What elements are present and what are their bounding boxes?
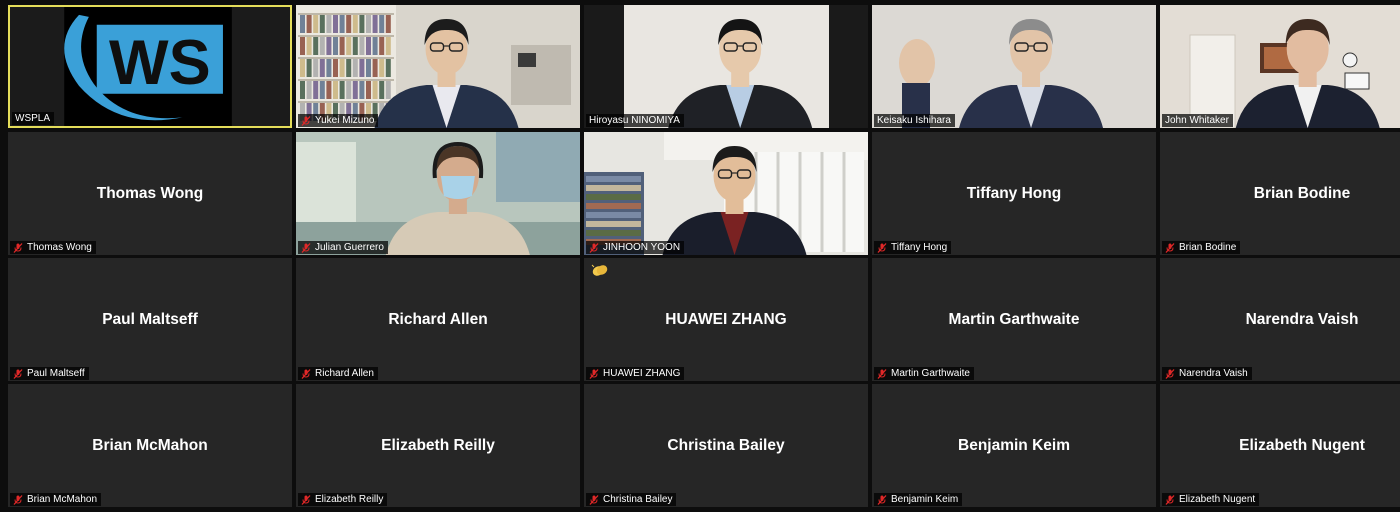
participant-name: Tiffany Hong — [891, 242, 948, 253]
participant-tile[interactable]: JINHOON YOON — [584, 132, 868, 255]
participant-display-name: Elizabeth Nugent — [1239, 436, 1365, 454]
participant-name: Elizabeth Nugent — [1179, 494, 1256, 505]
participant-name-label: Julian Guerrero — [298, 241, 388, 254]
participant-name-label: WSPLA — [12, 112, 55, 125]
mic-muted-icon — [301, 115, 311, 126]
participant-tile[interactable]: Brian Bodine Brian Bodine — [1160, 132, 1400, 255]
participant-tile[interactable]: Elizabeth Reilly Elizabeth Reilly — [296, 384, 580, 507]
participant-display-name: Thomas Wong — [96, 184, 204, 202]
participant-display-name: Brian McMahon — [92, 436, 208, 454]
participant-name: Elizabeth Reilly — [315, 494, 384, 505]
participant-tile[interactable]: Elizabeth Nugent Elizabeth Nugent — [1160, 384, 1400, 507]
mic-muted-icon — [877, 368, 887, 379]
mic-muted-icon — [589, 242, 599, 253]
gallery-view: WS WSPLA Yukei Mizuno Hiroyasu NINOMIYA Keis… — [0, 0, 1400, 512]
participant-tile[interactable]: Benjamin Keim Benjamin Keim — [872, 384, 1156, 507]
participant-name-label: Narendra Vaish — [1162, 367, 1252, 380]
ws-logo: WS — [64, 7, 232, 126]
participant-name: Hiroyasu NINOMIYA — [589, 115, 680, 126]
participant-display-name: Narendra Vaish — [1245, 310, 1359, 328]
participant-tile[interactable]: Christina Bailey Christina Bailey — [584, 384, 868, 507]
participant-tile[interactable]: Brian McMahon Brian McMahon — [8, 384, 292, 507]
participant-name: Benjamin Keim — [891, 494, 959, 505]
participant-name: Yukei Mizuno — [315, 115, 375, 126]
participant-tile[interactable]: Richard Allen Richard Allen — [296, 258, 580, 381]
participant-display-name: Paul Maltseff — [102, 310, 198, 328]
participant-tile[interactable]: Thomas Wong Thomas Wong — [8, 132, 292, 255]
mic-muted-icon — [13, 494, 23, 505]
participant-name: John Whitaker — [1165, 115, 1229, 126]
participant-name-label: Tiffany Hong — [874, 241, 952, 254]
mic-muted-icon — [13, 242, 23, 253]
participant-tile[interactable]: Paul Maltseff Paul Maltseff — [8, 258, 292, 381]
participant-name-label: Thomas Wong — [10, 241, 96, 254]
mic-muted-icon — [301, 242, 311, 253]
participant-tile[interactable]: Narendra Vaish Narendra Vaish — [1160, 258, 1400, 381]
participant-name: Thomas Wong — [27, 242, 92, 253]
participant-name-label: Elizabeth Nugent — [1162, 493, 1260, 506]
participant-name-label: Paul Maltseff — [10, 367, 89, 380]
participant-video — [296, 5, 580, 128]
mic-muted-icon — [589, 368, 599, 379]
participant-display-name: Brian Bodine — [1253, 184, 1351, 202]
participant-name: Brian Bodine — [1179, 242, 1237, 253]
participant-display-name: Elizabeth Reilly — [381, 436, 495, 454]
participant-video — [296, 132, 580, 255]
participant-tile[interactable]: Martin Garthwaite Martin Garthwaite — [872, 258, 1156, 381]
participant-name: HUAWEI ZHANG — [603, 368, 681, 379]
participant-tile[interactable]: Hiroyasu NINOMIYA — [584, 5, 868, 128]
participant-name: Paul Maltseff — [27, 368, 85, 379]
participant-name-label: Martin Garthwaite — [874, 367, 974, 380]
participant-name-label: Elizabeth Reilly — [298, 493, 388, 506]
mic-muted-icon — [589, 494, 599, 505]
mic-muted-icon — [1165, 368, 1175, 379]
participant-name: JINHOON YOON — [603, 242, 681, 253]
participant-display-name: Richard Allen — [388, 310, 488, 328]
participant-tile[interactable]: Tiffany Hong Tiffany Hong — [872, 132, 1156, 255]
participant-tile[interactable]: Yukei Mizuno — [296, 5, 580, 128]
mic-muted-icon — [1165, 494, 1175, 505]
ws-logo-text: WS — [109, 28, 211, 98]
mic-muted-icon — [1165, 242, 1175, 253]
mic-muted-icon — [301, 368, 311, 379]
participant-name-label: Brian McMahon — [10, 493, 102, 506]
participant-video — [584, 132, 868, 255]
participant-tile[interactable]: Keisaku Ishihara — [872, 5, 1156, 128]
participant-name: Julian Guerrero — [315, 242, 384, 253]
participant-name-label: HUAWEI ZHANG — [586, 367, 685, 380]
participant-video — [1160, 5, 1400, 128]
participant-name-label: JINHOON YOON — [586, 241, 685, 254]
mic-muted-icon — [301, 494, 311, 505]
participant-name-label: Yukei Mizuno — [298, 114, 379, 127]
participant-name-label: Keisaku Ishihara — [874, 114, 955, 127]
participant-name-label: Brian Bodine — [1162, 241, 1241, 254]
participant-name: Christina Bailey — [603, 494, 673, 505]
mic-muted-icon — [877, 242, 887, 253]
participant-name-label: Richard Allen — [298, 367, 378, 380]
clapping-hands-icon — [591, 264, 608, 276]
participant-video — [872, 5, 1156, 128]
participant-display-name: Tiffany Hong — [966, 184, 1062, 202]
participant-video — [584, 5, 868, 128]
participant-name: WSPLA — [15, 113, 51, 124]
mic-muted-icon — [13, 368, 23, 379]
participant-name-label: John Whitaker — [1162, 114, 1233, 127]
participant-tile[interactable]: John Whitaker — [1160, 5, 1400, 128]
participant-name-label: Benjamin Keim — [874, 493, 963, 506]
participant-display-name: HUAWEI ZHANG — [665, 310, 787, 328]
participant-display-name: Benjamin Keim — [958, 436, 1070, 454]
participant-name-label: Hiroyasu NINOMIYA — [586, 114, 684, 127]
participant-tile[interactable]: WS WSPLA — [8, 5, 292, 128]
participant-name: Martin Garthwaite — [891, 368, 970, 379]
participant-name: Brian McMahon — [27, 494, 98, 505]
participant-tile[interactable]: HUAWEI ZHANG HUAWEI ZHANG — [584, 258, 868, 381]
participant-name: Narendra Vaish — [1179, 368, 1248, 379]
participant-tile[interactable]: Julian Guerrero — [296, 132, 580, 255]
participant-name: Richard Allen — [315, 368, 374, 379]
participant-display-name: Christina Bailey — [667, 436, 785, 454]
participant-name-label: Christina Bailey — [586, 493, 677, 506]
participant-display-name: Martin Garthwaite — [948, 310, 1080, 328]
mic-muted-icon — [877, 494, 887, 505]
participant-name: Keisaku Ishihara — [877, 115, 951, 126]
